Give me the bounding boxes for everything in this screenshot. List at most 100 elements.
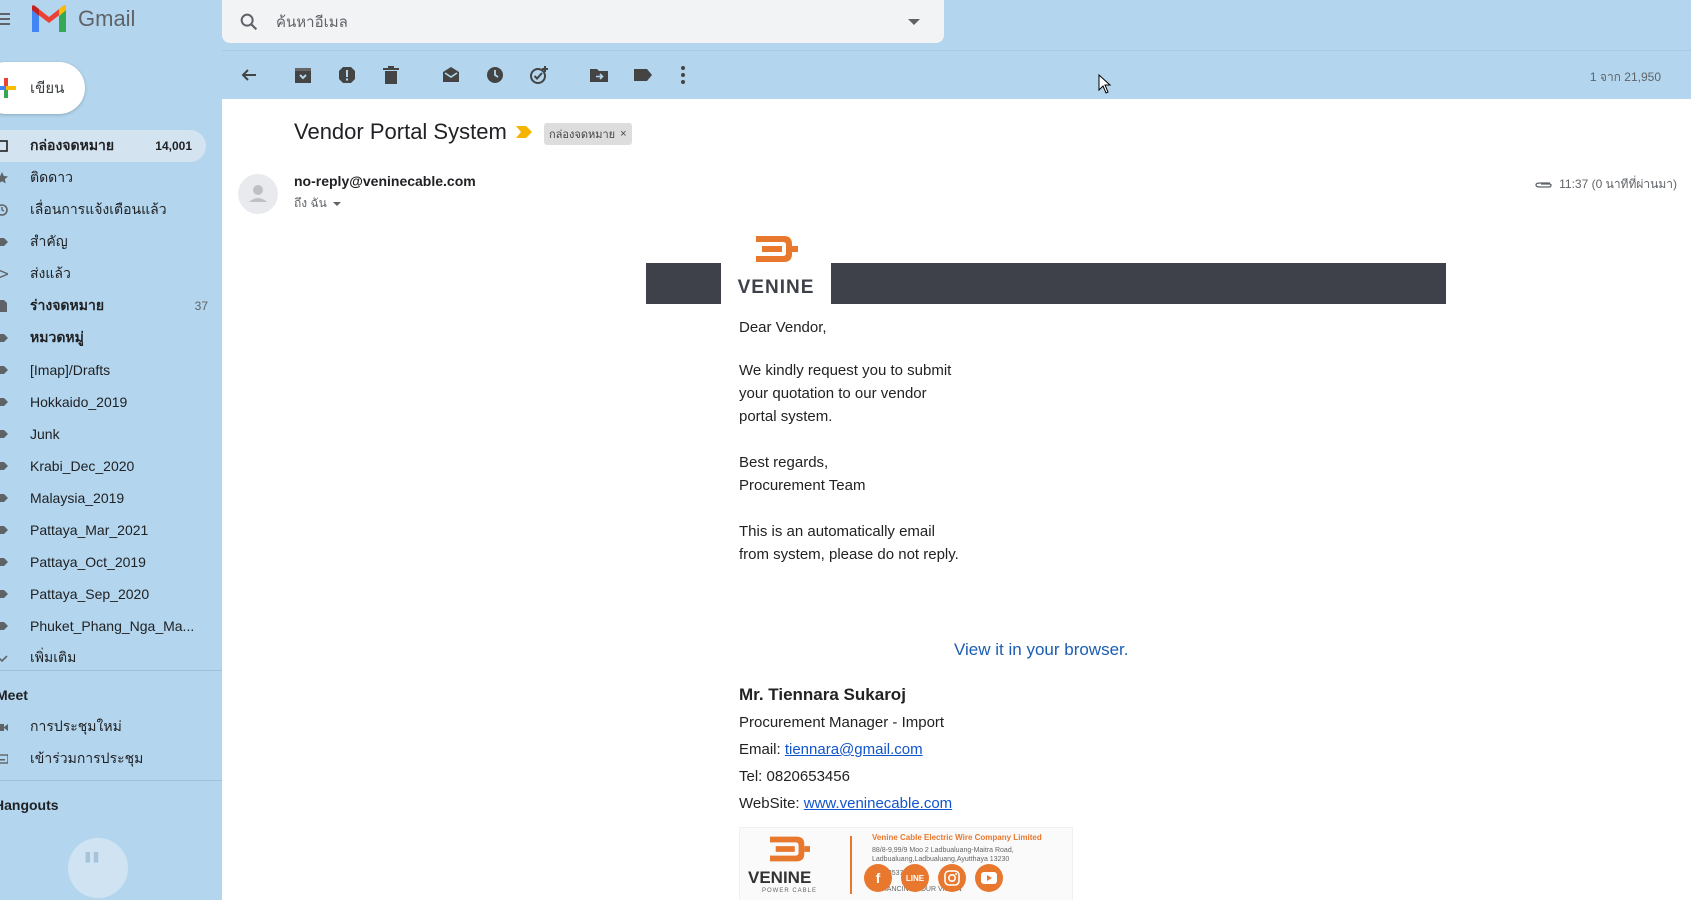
sidebar-item-starred[interactable]: ติดดาว xyxy=(0,162,222,194)
compose-label: เขียน xyxy=(30,80,65,97)
request-line-1: We kindly request you to submit xyxy=(739,362,952,379)
sidebar-item-inbox[interactable]: กล่องจดหมาย 14,001 xyxy=(0,130,206,162)
archive-icon[interactable] xyxy=(292,64,314,86)
send-icon xyxy=(0,269,8,279)
signature-email-line: Email: tiennara@gmail.com xyxy=(739,741,923,758)
back-arrow-icon[interactable] xyxy=(238,64,260,86)
report-spam-icon[interactable] xyxy=(336,64,358,86)
youtube-icon[interactable] xyxy=(975,864,1003,892)
brand-wordmark: VENINE xyxy=(737,277,815,298)
search-input[interactable]: ค้นหาอีเมล xyxy=(276,10,908,34)
snooze-icon[interactable] xyxy=(484,64,506,86)
sidebar-item-label: Hokkaido_2019 xyxy=(30,394,128,410)
sidebar-item-label: ส่งแล้ว xyxy=(30,265,71,281)
sidebar-item-label: Junk xyxy=(30,426,60,442)
star-icon xyxy=(0,172,8,184)
plus-icon xyxy=(0,78,16,98)
importance-marker-icon[interactable] xyxy=(516,126,532,138)
sidebar-item-malaysia[interactable]: Malaysia_2019 xyxy=(0,482,222,514)
view-in-browser-link[interactable]: View it in your browser. xyxy=(954,640,1128,660)
signature-website-line: WebSite: www.veninecable.com xyxy=(739,795,952,812)
signature-email-link[interactable]: tiennara@gmail.com xyxy=(785,741,923,758)
sidebar-item-label: Pattaya_Sep_2020 xyxy=(30,586,150,602)
divider xyxy=(0,780,222,781)
sidebar-item-label: Malaysia_2019 xyxy=(30,490,125,506)
label-as-icon[interactable] xyxy=(632,64,654,86)
team-line: Procurement Team xyxy=(739,477,866,494)
add-task-icon[interactable] xyxy=(528,64,550,86)
sidebar-item-krabi[interactable]: Krabi_Dec_2020 xyxy=(0,450,222,482)
sidebar-item-label: กล่องจดหมาย xyxy=(30,137,115,153)
signature-name: Mr. Tiennara Sukaroj xyxy=(739,685,906,704)
label-icon xyxy=(0,334,8,342)
pagination-text: 1 จาก 21,950 xyxy=(1589,70,1661,84)
search-icon[interactable] xyxy=(238,11,260,33)
draft-count: 37 xyxy=(194,299,208,313)
sidebar-item-pattaya-mar[interactable]: Pattaya_Mar_2021 xyxy=(0,514,222,546)
social-links: f LINE xyxy=(864,864,1003,892)
sidebar-item-drafts[interactable]: ร่างจดหมาย 37 xyxy=(0,290,222,322)
card-divider xyxy=(850,836,852,894)
unread-count: 14,001 xyxy=(155,139,192,153)
main-menu-icon[interactable] xyxy=(0,10,12,26)
sidebar-item-phuket[interactable]: Phuket_Phang_Nga_Ma... xyxy=(0,610,222,642)
app-name: Gmail xyxy=(78,6,136,31)
hangouts-section-title: Hangouts xyxy=(0,797,59,813)
move-to-icon[interactable] xyxy=(588,64,610,86)
inbox-label-chip: กล่องจดหมาย × xyxy=(544,123,632,145)
sidebar-item-categories[interactable]: หมวดหมู่ xyxy=(0,322,222,354)
signature-website-link[interactable]: www.veninecable.com xyxy=(804,795,952,812)
more-options-icon[interactable] xyxy=(672,64,694,86)
delete-icon[interactable] xyxy=(380,64,402,86)
remove-label-icon[interactable]: × xyxy=(620,128,626,140)
keyboard-icon xyxy=(0,754,8,764)
sidebar-item-pattaya-oct[interactable]: Pattaya_Oct_2019 xyxy=(0,546,222,578)
regards-line: Best regards, xyxy=(739,454,829,471)
venine-logo: VENINE xyxy=(721,234,831,309)
facebook-icon[interactable]: f xyxy=(864,864,892,892)
meet-new-meeting[interactable]: การประชุมใหม่ xyxy=(0,711,222,743)
gmail-m-icon xyxy=(32,5,66,32)
compose-button[interactable]: เขียน xyxy=(0,62,85,114)
sidebar-item-snoozed[interactable]: เลื่อนการแจ้งเตือนแล้ว xyxy=(0,194,222,226)
meet-nav: การประชุมใหม่ เข้าร่วมการประชุม xyxy=(0,711,222,775)
sidebar-item-pattaya-sep[interactable]: Pattaya_Sep_2020 xyxy=(0,578,222,610)
sender-email[interactable]: no-reply@veninecable.com xyxy=(294,173,476,189)
hangouts-avatar[interactable]: " xyxy=(68,838,128,898)
inbox-icon xyxy=(0,140,8,152)
sidebar-nav: กล่องจดหมาย 14,001 ติดดาว เลื่อนการแจ้งเ… xyxy=(0,130,222,674)
search-bar[interactable]: ค้นหาอีเมล xyxy=(222,0,944,43)
sidebar-item-hokkaido[interactable]: Hokkaido_2019 xyxy=(0,386,222,418)
recipient-details[interactable]: ถึง ฉัน xyxy=(294,194,341,213)
sidebar-item-sent[interactable]: ส่งแล้ว xyxy=(0,258,222,290)
show-details-icon[interactable] xyxy=(332,201,341,206)
label-chip-text: กล่องจดหมาย xyxy=(549,129,616,141)
instagram-icon[interactable] xyxy=(938,864,966,892)
label-icon xyxy=(0,494,8,502)
line-icon[interactable]: LINE xyxy=(901,864,929,892)
signature-email-label: Email: xyxy=(739,741,785,758)
meet-join-meeting[interactable]: เข้าร่วมการประชุม xyxy=(0,743,222,775)
gmail-logo[interactable]: Gmail xyxy=(30,4,135,34)
signature-title: Procurement Manager - Import xyxy=(739,714,945,731)
search-options-icon[interactable] xyxy=(908,18,920,25)
mark-unread-icon[interactable] xyxy=(440,64,462,86)
recipient-text: ถึง ฉัน xyxy=(294,196,327,210)
label-icon xyxy=(0,366,8,374)
clock-icon xyxy=(0,204,8,216)
sidebar-item-junk[interactable]: Junk xyxy=(0,418,222,450)
label-icon xyxy=(0,430,8,438)
signature-website-label: WebSite: xyxy=(739,795,804,812)
sidebar-item-imap-drafts[interactable]: [Imap]/Drafts xyxy=(0,354,222,386)
divider xyxy=(0,670,222,671)
person-icon xyxy=(249,185,267,202)
sidebar-item-label: Pattaya_Oct_2019 xyxy=(30,554,146,570)
auto-notice-line-2: from system, please do not reply. xyxy=(739,546,959,563)
auto-notice-line-1: This is an automatically email xyxy=(739,523,935,540)
request-line-2: your quotation to our vendor xyxy=(739,385,927,402)
sidebar-item-label: สำคัญ xyxy=(30,233,68,249)
venine-logo-icon xyxy=(770,836,810,862)
label-icon xyxy=(0,558,8,566)
card-brand: VENINE xyxy=(748,868,812,887)
sidebar-item-important[interactable]: สำคัญ xyxy=(0,226,222,258)
